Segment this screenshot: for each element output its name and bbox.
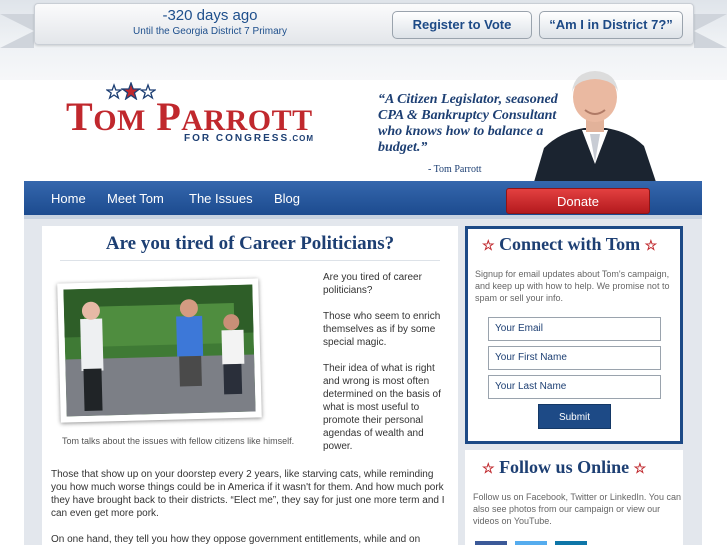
star-icon: ☆ [644,239,658,254]
register-to-vote-button[interactable]: Register to Vote [392,11,532,39]
title-divider [60,260,440,261]
citizens-photo [63,284,256,417]
nav-the-issues[interactable]: The Issues [189,191,253,206]
ribbon-tail-right [694,14,727,48]
follow-description: Follow us on Facebook, Twitter or Linked… [473,492,681,526]
side-paragraph: Those who seem to enrich themselves as i… [323,311,441,348]
nav-meet-tom[interactable]: Meet Tom [107,191,164,206]
body-paragraph: On one hand, they tell you how they oppo… [51,534,421,545]
connect-title: ☆ Connect with Tom ☆ [482,234,658,254]
photo-caption: Tom talks about the issues with fellow c… [62,436,295,446]
follow-title: ☆ Follow us Online ☆ [482,457,647,477]
last-name-field[interactable]: Your Last Name [488,375,661,399]
side-paragraph: Are you tired of career politicians? [323,272,422,296]
nav-blog[interactable]: Blog [274,191,300,206]
star-icon: ☆ [482,239,495,254]
countdown-days: -320 days ago [162,7,258,24]
email-field[interactable]: Your Email [488,317,661,341]
submit-button[interactable]: Submit [538,404,611,429]
connect-description: Signup for email updates about Tom's cam… [475,269,670,303]
quote-attribution: - Tom Parrott [428,164,482,175]
star-icon: ☆ [482,462,495,477]
ribbon-tail-left [0,14,34,48]
article-photo[interactable] [57,278,262,423]
candidate-portrait [534,71,656,182]
first-name-field[interactable]: Your First Name [488,346,661,370]
countdown-caption: Until the Georgia District 7 Primary [133,26,287,37]
linkedin-icon[interactable] [555,541,587,545]
body-paragraph: Those that show up on your doorstep ever… [51,469,445,519]
district-check-button[interactable]: “Am I in District 7?” [539,11,683,39]
article-side-text: Are you tired of career politicians? Tho… [323,271,451,466]
side-paragraph: Their idea of what is right and wrong is… [323,363,441,452]
logo-tagline: FOR CONGRESS.COM [184,133,315,144]
twitter-icon[interactable] [515,541,547,545]
star-icon: ☆ [633,462,647,477]
facebook-icon[interactable] [475,541,507,545]
article-title: Are you tired of Career Politicians? [105,233,395,254]
article-body: Those that show up on your doorstep ever… [51,468,451,545]
nav-home[interactable]: Home [51,191,86,206]
donate-button[interactable]: Donate [506,188,650,214]
countdown: -320 days ago Until the Georgia District… [110,7,310,37]
